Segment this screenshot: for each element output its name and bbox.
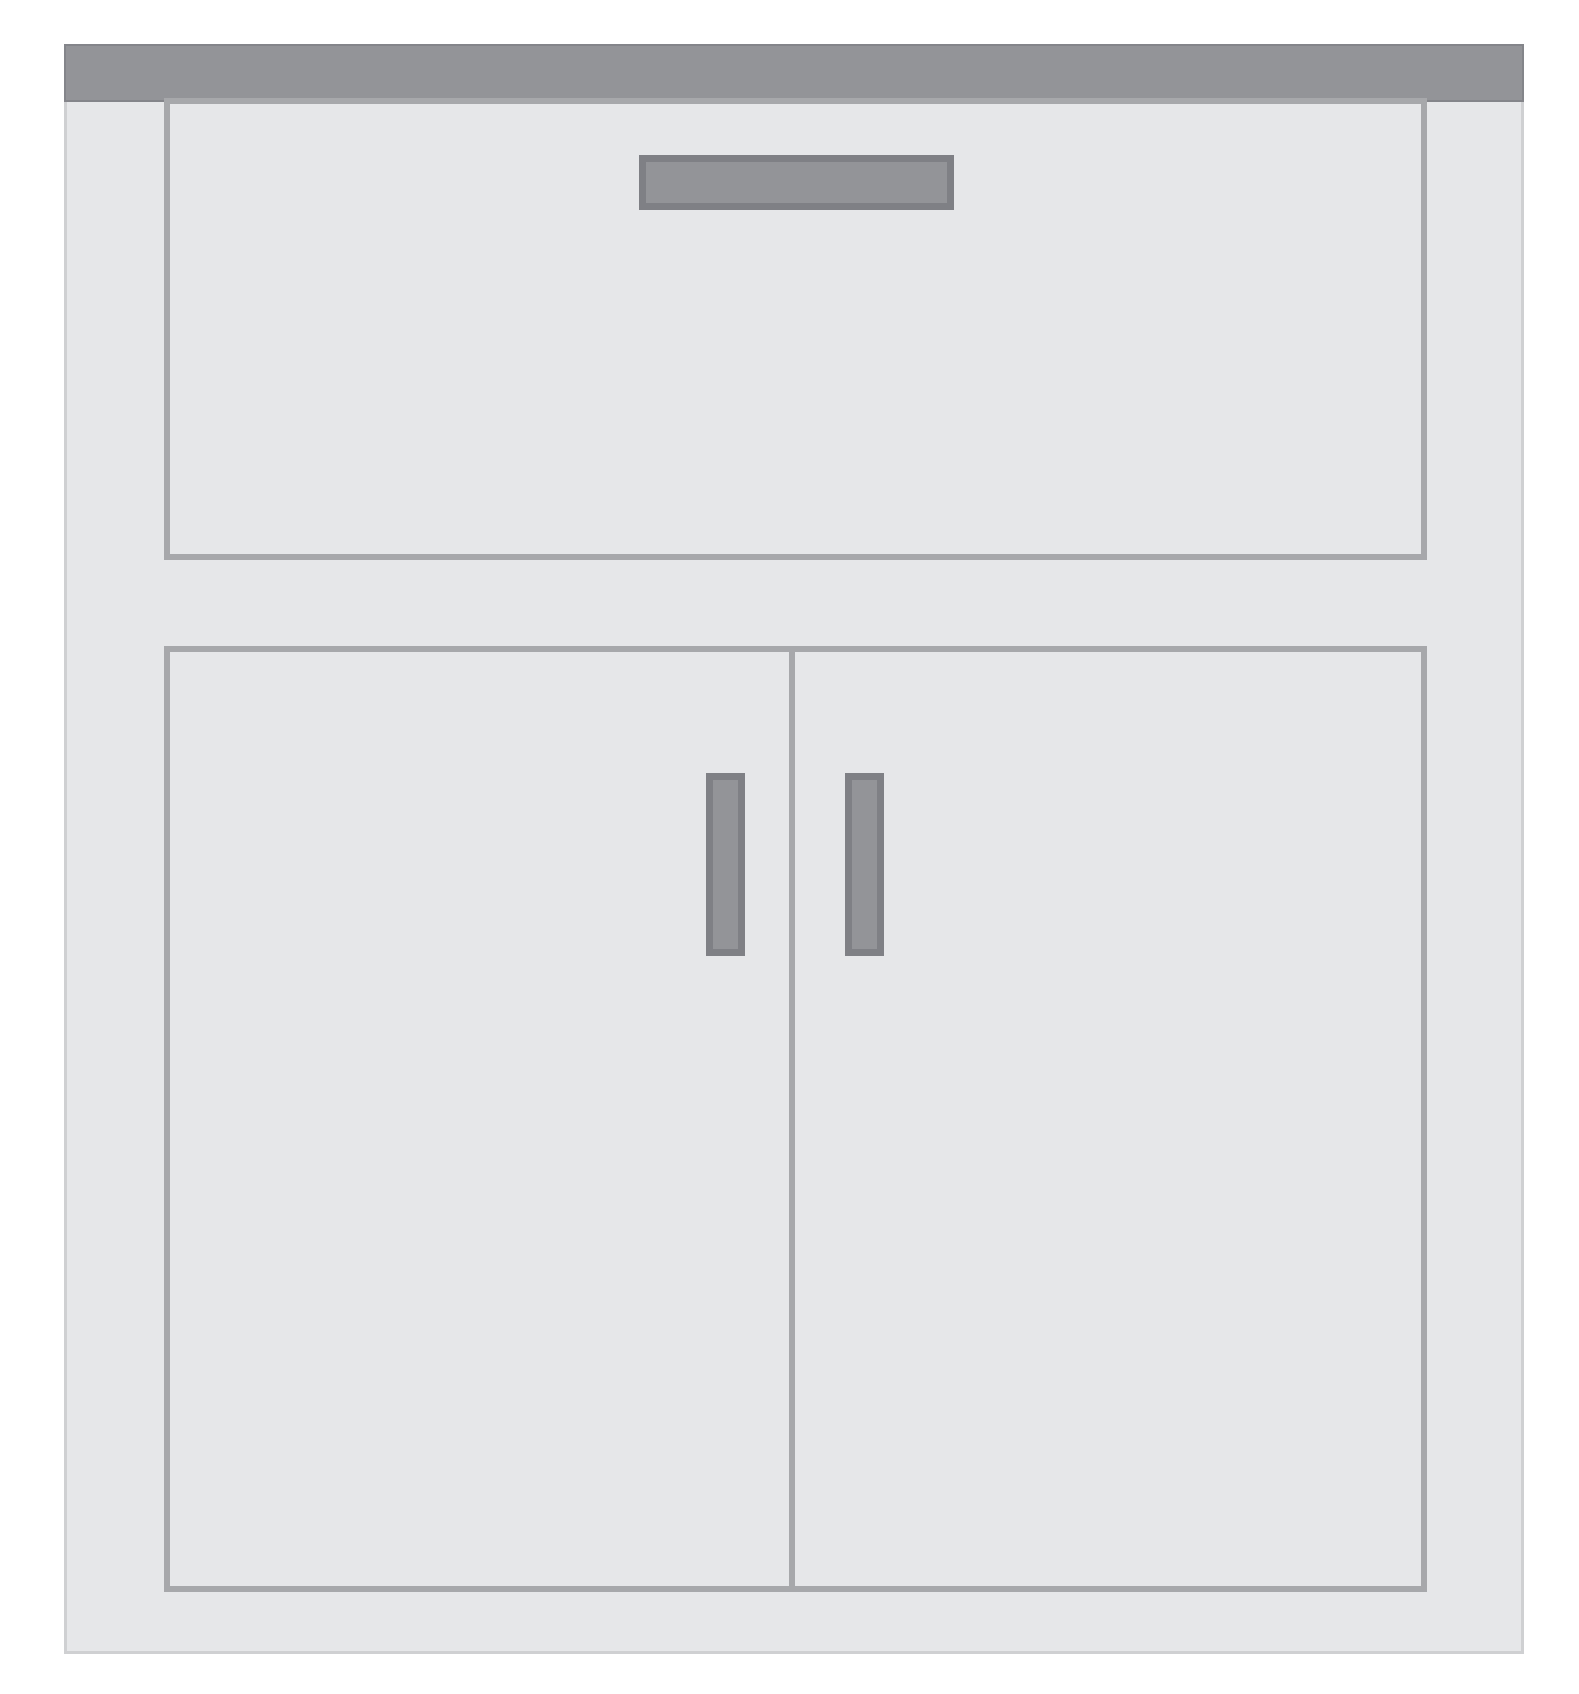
cabinet-countertop bbox=[64, 44, 1524, 102]
door-divider bbox=[789, 646, 795, 1592]
left-door-handle bbox=[706, 773, 745, 956]
right-door-handle bbox=[845, 773, 884, 956]
drawer-handle bbox=[639, 155, 954, 210]
cabinet-doors-frame bbox=[164, 646, 1427, 1592]
